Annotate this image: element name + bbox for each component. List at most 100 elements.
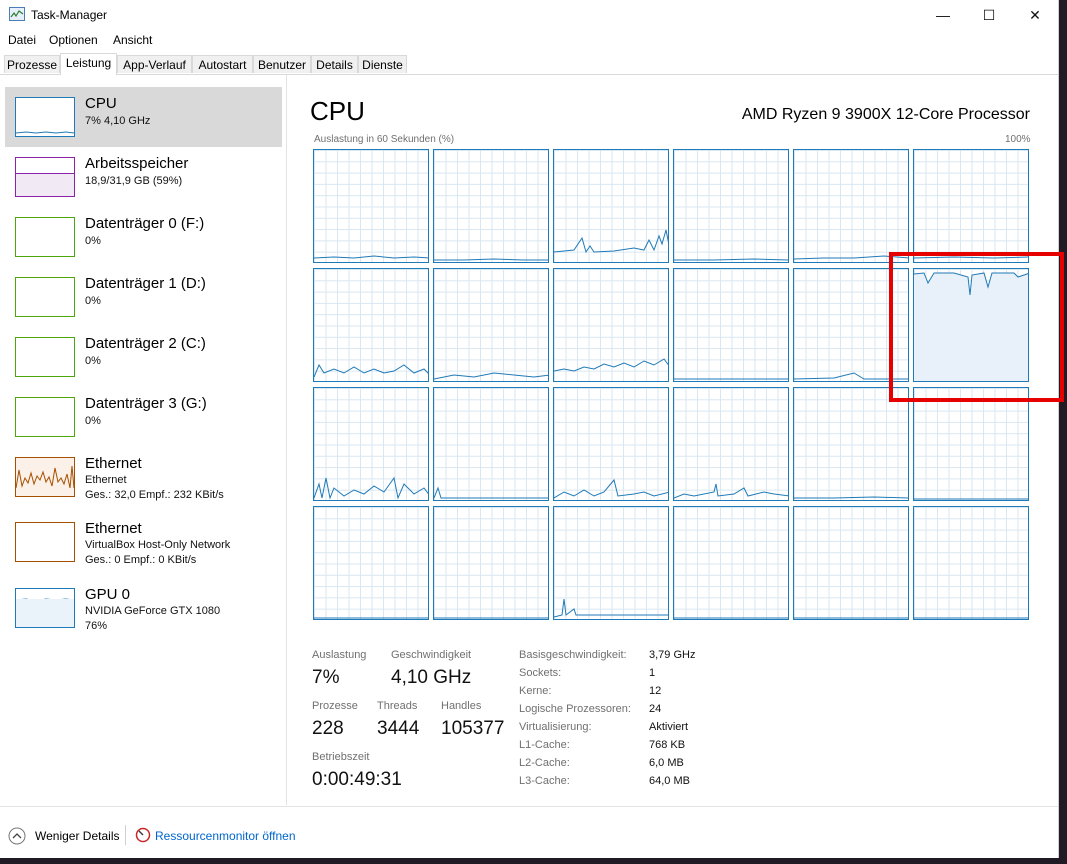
utilization-label: Auslastung <box>312 649 367 661</box>
core-graph <box>553 268 669 382</box>
disk-thumbnail-graph <box>15 397 75 437</box>
spec-label: L1-Cache: <box>519 739 570 751</box>
tab-dienste[interactable]: Dienste <box>358 55 407 73</box>
core-graph <box>553 149 669 263</box>
core-graph <box>793 387 909 501</box>
disk-thumbnail-graph <box>15 217 75 257</box>
spec-value: 768 KB <box>649 739 686 751</box>
sidebar-item-gpu-0[interactable]: GPU 0 NVIDIA GeForce GTX 1080 76% <box>5 578 282 638</box>
core-graph <box>553 506 669 620</box>
core-graph <box>913 387 1029 501</box>
gpu-thumbnail-graph <box>15 588 75 628</box>
maximize-icon: ☐ <box>982 6 996 23</box>
spec-value: 64,0 MB <box>649 775 690 787</box>
sidebar-item-ethernet-virtualbox[interactable]: Ethernet VirtualBox Host-Only Network Ge… <box>5 512 282 572</box>
spec-label: L2-Cache: <box>519 757 570 769</box>
footer-divider <box>125 825 126 845</box>
core-graph <box>793 506 909 620</box>
sidebar-item-title: Datenträger 0 (F:) <box>85 215 205 232</box>
processor-name: AMD Ryzen 9 3900X 12-Core Processor <box>741 106 1030 123</box>
tab-app-verlauf[interactable]: App-Verlauf <box>117 55 192 73</box>
sidebar-item-subtitle: 7% 4,10 GHz <box>85 115 151 127</box>
tab-details[interactable]: Details <box>311 55 358 73</box>
resource-monitor-label: Ressourcenmonitor öffnen <box>155 829 296 843</box>
core-graph <box>433 268 549 382</box>
sidebar-item-title: Datenträger 2 (C:) <box>85 335 206 352</box>
fewer-details-label: Weniger Details <box>35 829 120 843</box>
tab-bar: Prozesse Leistung App-Verlauf Autostart … <box>0 53 1058 75</box>
chevron-up-icon <box>8 827 26 845</box>
tab-autostart[interactable]: Autostart <box>192 55 253 73</box>
core-graph <box>433 506 549 620</box>
sidebar-item-subtitle: NVIDIA GeForce GTX 1080 <box>85 605 221 617</box>
sidebar-item-subtitle: 0% <box>85 295 101 307</box>
sidebar-item-subtitle: 0% <box>85 415 101 427</box>
page-title: CPU <box>310 96 365 126</box>
spec-label: Logische Prozessoren: <box>519 703 631 715</box>
maximize-button[interactable]: ☐ <box>966 0 1012 30</box>
sidebar-item-title: Ethernet <box>85 520 142 537</box>
processes-value: 228 <box>312 718 344 739</box>
core-graph <box>433 387 549 501</box>
resource-monitor-icon <box>135 827 151 843</box>
core-graph <box>673 149 789 263</box>
spec-value: 24 <box>649 703 662 715</box>
threads-value: 3444 <box>377 718 420 739</box>
sidebar-item-usage: 76% <box>85 620 108 632</box>
tab-benutzer[interactable]: Benutzer <box>253 55 311 73</box>
graph-max-label: 100% <box>1005 134 1031 145</box>
spec-value: 1 <box>649 667 656 679</box>
core-graph <box>553 387 669 501</box>
menu-bar: Datei Optionen Ansicht <box>0 30 1058 50</box>
uptime-value: 0:00:49:31 <box>312 769 402 790</box>
minimize-icon: — <box>936 7 950 23</box>
core-graph <box>913 149 1029 263</box>
sidebar-item-disk-0[interactable]: Datenträger 0 (F:) 0% <box>5 207 282 267</box>
spec-value: 12 <box>649 685 662 697</box>
sidebar-item-cpu[interactable]: CPU 7% 4,10 GHz <box>5 87 282 147</box>
spec-value: 6,0 MB <box>649 757 684 769</box>
sidebar-item-subtitle: Ethernet <box>85 474 127 486</box>
menu-ansicht[interactable]: Ansicht <box>113 33 152 47</box>
sidebar-item-disk-2[interactable]: Datenträger 2 (C:) 0% <box>5 327 282 387</box>
spec-label: L3-Cache: <box>519 775 570 787</box>
sidebar-item-subtitle: VirtualBox Host-Only Network <box>85 539 231 551</box>
task-manager-window: Task-Manager — ☐ ✕ Datei Optionen Ansich… <box>0 0 1059 858</box>
sidebar-item-title: Datenträger 1 (D:) <box>85 275 206 292</box>
sidebar-item-title: Ethernet <box>85 455 142 472</box>
sidebar-item-title: CPU <box>85 95 117 112</box>
sidebar-item-disk-3[interactable]: Datenträger 3 (G:) 0% <box>5 387 282 447</box>
close-button[interactable]: ✕ <box>1012 0 1058 30</box>
core-graph <box>913 506 1029 620</box>
core-graph <box>313 268 429 382</box>
handles-value: 105377 <box>441 718 505 739</box>
disk-thumbnail-graph <box>15 337 75 377</box>
ethernet-thumbnail-graph <box>15 457 75 497</box>
sidebar-item-disk-1[interactable]: Datenträger 1 (D:) 0% <box>5 267 282 327</box>
sidebar-item-title: Datenträger 3 (G:) <box>85 395 207 412</box>
sidebar-item-ethernet[interactable]: Ethernet Ethernet Ges.: 32,0 Empf.: 232 … <box>5 447 282 507</box>
tab-prozesse[interactable]: Prozesse <box>4 55 60 73</box>
task-manager-app-icon <box>9 7 25 21</box>
sidebar-item-throughput: Ges.: 0 Empf.: 0 KBit/s <box>85 554 197 566</box>
disk-thumbnail-graph <box>15 277 75 317</box>
core-graph <box>313 506 429 620</box>
sidebar-item-subtitle: 0% <box>85 235 101 247</box>
resource-sidebar: CPU 7% 4,10 GHz Arbeitsspeicher 18,9/31,… <box>0 75 287 805</box>
footer-bar: Weniger Details Ressourcenmonitor öffnen <box>0 806 1058 859</box>
spec-label: Basisgeschwindigkeit: <box>519 649 627 661</box>
window-title: Task-Manager <box>31 8 108 22</box>
menu-datei[interactable]: Datei <box>8 33 36 47</box>
minimize-button[interactable]: — <box>920 0 966 30</box>
speed-label: Geschwindigkeit <box>391 649 472 661</box>
memory-thumbnail-graph <box>15 157 75 197</box>
cpu-thumbnail-graph <box>15 97 75 137</box>
tab-leistung[interactable]: Leistung <box>60 53 117 75</box>
sidebar-item-memory[interactable]: Arbeitsspeicher 18,9/31,9 GB (59%) <box>5 147 282 207</box>
close-icon: ✕ <box>1029 6 1041 23</box>
utilization-value: 7% <box>312 667 340 688</box>
menu-optionen[interactable]: Optionen <box>49 33 98 47</box>
graph-label: Auslastung in 60 Sekunden (%) <box>314 134 455 145</box>
highlight-annotation-box <box>889 252 1064 402</box>
title-bar: Task-Manager — ☐ ✕ <box>0 0 1058 30</box>
